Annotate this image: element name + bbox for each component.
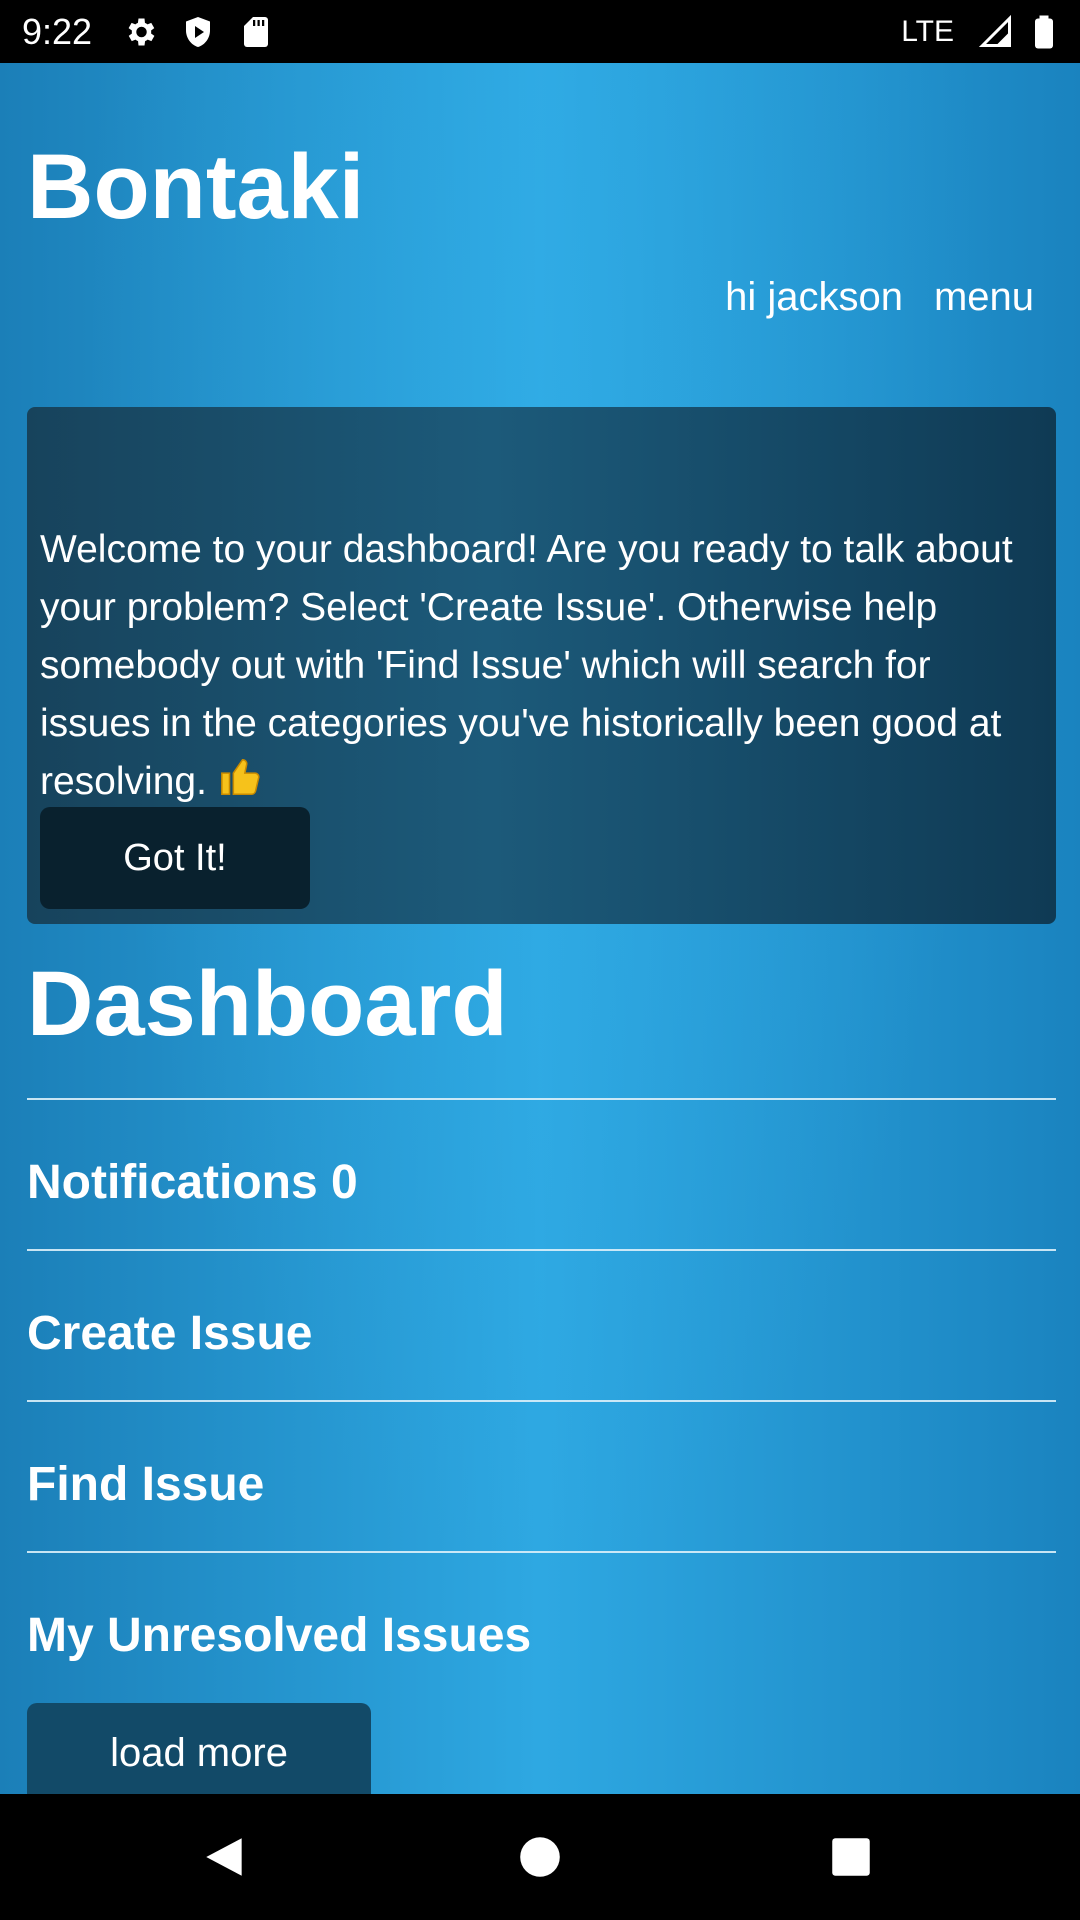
create-issue-item[interactable]: Create Issue	[27, 1304, 313, 1364]
sd-card-icon	[244, 17, 268, 47]
divider	[27, 1400, 1056, 1402]
signal-icon	[978, 14, 1011, 47]
app-title: Bontaki	[27, 136, 365, 238]
status-time: 9:22	[22, 11, 93, 52]
battery-icon	[1035, 15, 1053, 49]
find-issue-item[interactable]: Find Issue	[27, 1455, 264, 1515]
settings-icon	[128, 18, 155, 46]
welcome-message-text: Welcome to your dashboard! Are you ready…	[40, 528, 1013, 803]
load-more-button[interactable]: load more	[27, 1703, 371, 1794]
thumbs-up-icon	[220, 758, 260, 796]
shield-play-icon	[186, 17, 210, 47]
system-nav-bar	[0, 1794, 1080, 1920]
notifications-item[interactable]: Notifications 0	[27, 1153, 358, 1213]
dashboard-title: Dashboard	[27, 953, 508, 1055]
welcome-card: Welcome to your dashboard! Are you ready…	[27, 407, 1056, 924]
divider	[27, 1249, 1056, 1251]
user-greeting: hi jackson	[725, 275, 903, 319]
divider	[27, 1098, 1056, 1100]
welcome-message: Welcome to your dashboard! Are you ready…	[40, 521, 1040, 811]
recents-icon[interactable]	[826, 1832, 876, 1882]
home-icon[interactable]	[515, 1832, 565, 1882]
app-content: Bontaki hi jackson menu Welcome to your …	[0, 63, 1080, 1794]
network-type-label: LTE	[901, 15, 954, 48]
got-it-button[interactable]: Got It!	[40, 807, 310, 909]
unresolved-issues-item[interactable]: My Unresolved Issues	[27, 1606, 531, 1666]
menu-link[interactable]: menu	[934, 273, 1034, 321]
divider	[27, 1551, 1056, 1553]
status-bar: 9:22 LTE	[0, 0, 1080, 63]
back-icon[interactable]	[200, 1832, 250, 1882]
phone-screen: 9:22 LTE Bontaki hi jackson menu Welcome…	[0, 0, 1080, 1920]
